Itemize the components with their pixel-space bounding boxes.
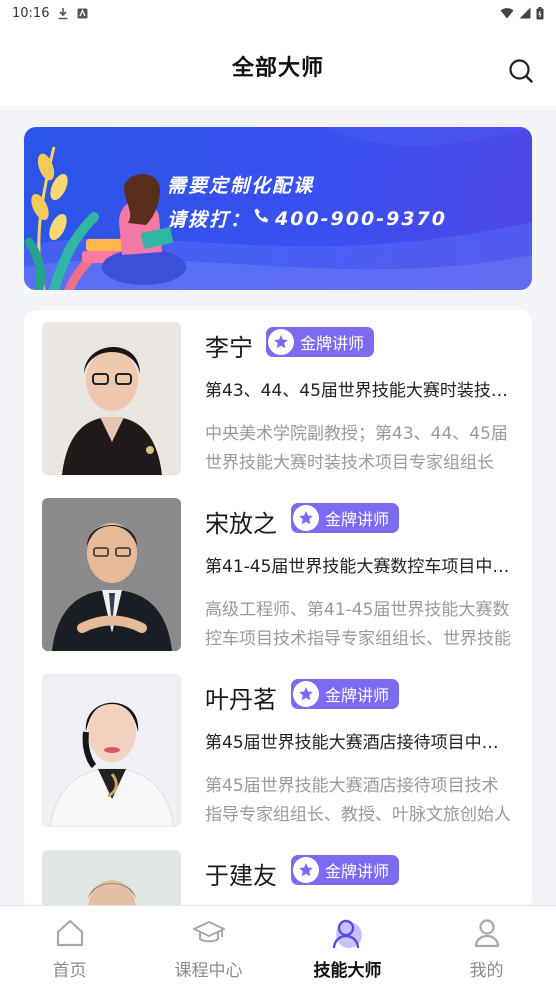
phone-icon — [253, 207, 271, 230]
tab-mine[interactable]: 我的 — [417, 906, 556, 990]
gold-lecturer-badge: 金牌讲师 — [291, 679, 400, 709]
search-icon[interactable] — [508, 58, 534, 84]
master-icon — [331, 916, 365, 950]
badge-label: 金牌讲师 — [325, 510, 390, 529]
master-photo — [42, 850, 181, 910]
master-description: 第45届世界技能大赛酒店接待项目技术指导专家组组长、教授、叶脉文旅创始人 — [205, 776, 511, 825]
app-notification-icon — [77, 8, 88, 19]
master-description: 高级工程师、第41-45届世界技能大赛数控车项目技术指导专家组组长、世界技能大赛… — [205, 600, 511, 649]
gold-lecturer-badge: 金牌讲师 — [291, 503, 400, 533]
badge-label: 金牌讲师 — [300, 334, 365, 353]
download-icon — [57, 7, 69, 20]
badge-label: 金牌讲师 — [325, 862, 390, 881]
master-card[interactable]: 于建友 金牌讲师 — [24, 838, 532, 910]
banner-contact: 请拨打： 400-900-9370 — [167, 205, 447, 232]
master-name: 叶丹茗 — [205, 686, 277, 714]
tab-label: 我的 — [469, 961, 504, 981]
tab-home[interactable]: 首页 — [0, 906, 139, 990]
master-photo — [42, 674, 181, 827]
master-list: 李宁 金牌讲师 第43、44、45届世界技能大赛时装技术项目中国技术指导专家组组… — [24, 310, 532, 910]
star-icon — [293, 857, 319, 883]
tab-label: 课程中心 — [174, 961, 243, 981]
banner-phone-number[interactable]: 400-900-9370 — [275, 208, 447, 230]
master-card[interactable]: 李宁 金牌讲师 第43、44、45届世界技能大赛时装技术项目中国技术指导专家组组… — [24, 310, 532, 486]
wifi-icon — [500, 7, 514, 19]
home-icon — [53, 916, 87, 950]
master-photo — [42, 498, 181, 651]
master-headline: 第41-45届世界技能大赛数控车项目中国技术指导专家组组长 — [205, 557, 515, 577]
badge-label: 金牌讲师 — [325, 686, 390, 705]
star-icon — [293, 505, 319, 531]
master-name: 宋放之 — [205, 510, 277, 538]
master-name: 李宁 — [205, 334, 253, 362]
master-name: 于建友 — [205, 862, 277, 890]
page-header: 全部大师 — [0, 26, 556, 106]
gold-lecturer-badge: 金牌讲师 — [291, 855, 400, 885]
tab-label: 首页 — [52, 961, 87, 981]
tab-course-center[interactable]: 课程中心 — [139, 906, 278, 990]
bottom-tab-bar: 首页 课程中心 技能大师 我的 — [0, 905, 556, 990]
master-card[interactable]: 叶丹茗 金牌讲师 第45届世界技能大赛酒店接待项目中国技术指导专家组组长 第45… — [24, 662, 532, 838]
user-icon — [470, 916, 504, 950]
banner-contact-prefix: 请拨打： — [167, 209, 252, 231]
status-time: 10:16 — [12, 5, 50, 21]
signal-icon — [519, 7, 531, 19]
master-photo — [42, 322, 181, 475]
gold-lecturer-badge: 金牌讲师 — [266, 327, 375, 357]
promo-banner[interactable]: 需要定制化配课 请拨打： 400-900-9370 — [24, 127, 532, 290]
banner-headline: 需要定制化配课 — [167, 175, 315, 197]
star-icon — [293, 681, 319, 707]
graduation-cap-icon — [192, 916, 226, 950]
tab-skill-master[interactable]: 技能大师 — [278, 906, 417, 990]
battery-icon — [536, 6, 544, 20]
status-bar: 10:16 — [0, 0, 556, 26]
master-headline: 第43、44、45届世界技能大赛时装技术项目中国技术指导专家组组长 — [205, 381, 515, 401]
master-description: 中央美术学院副教授；第43、44、45届世界技能大赛时装技术项目专家组组长 — [205, 424, 508, 473]
master-card[interactable]: 宋放之 金牌讲师 第41-45届世界技能大赛数控车项目中国技术指导专家组组长 高… — [24, 486, 532, 662]
page-title: 全部大师 — [231, 56, 324, 81]
master-headline: 第45届世界技能大赛酒店接待项目中国技术指导专家组组长 — [205, 733, 515, 753]
tab-label: 技能大师 — [313, 961, 382, 981]
star-icon — [268, 329, 294, 355]
